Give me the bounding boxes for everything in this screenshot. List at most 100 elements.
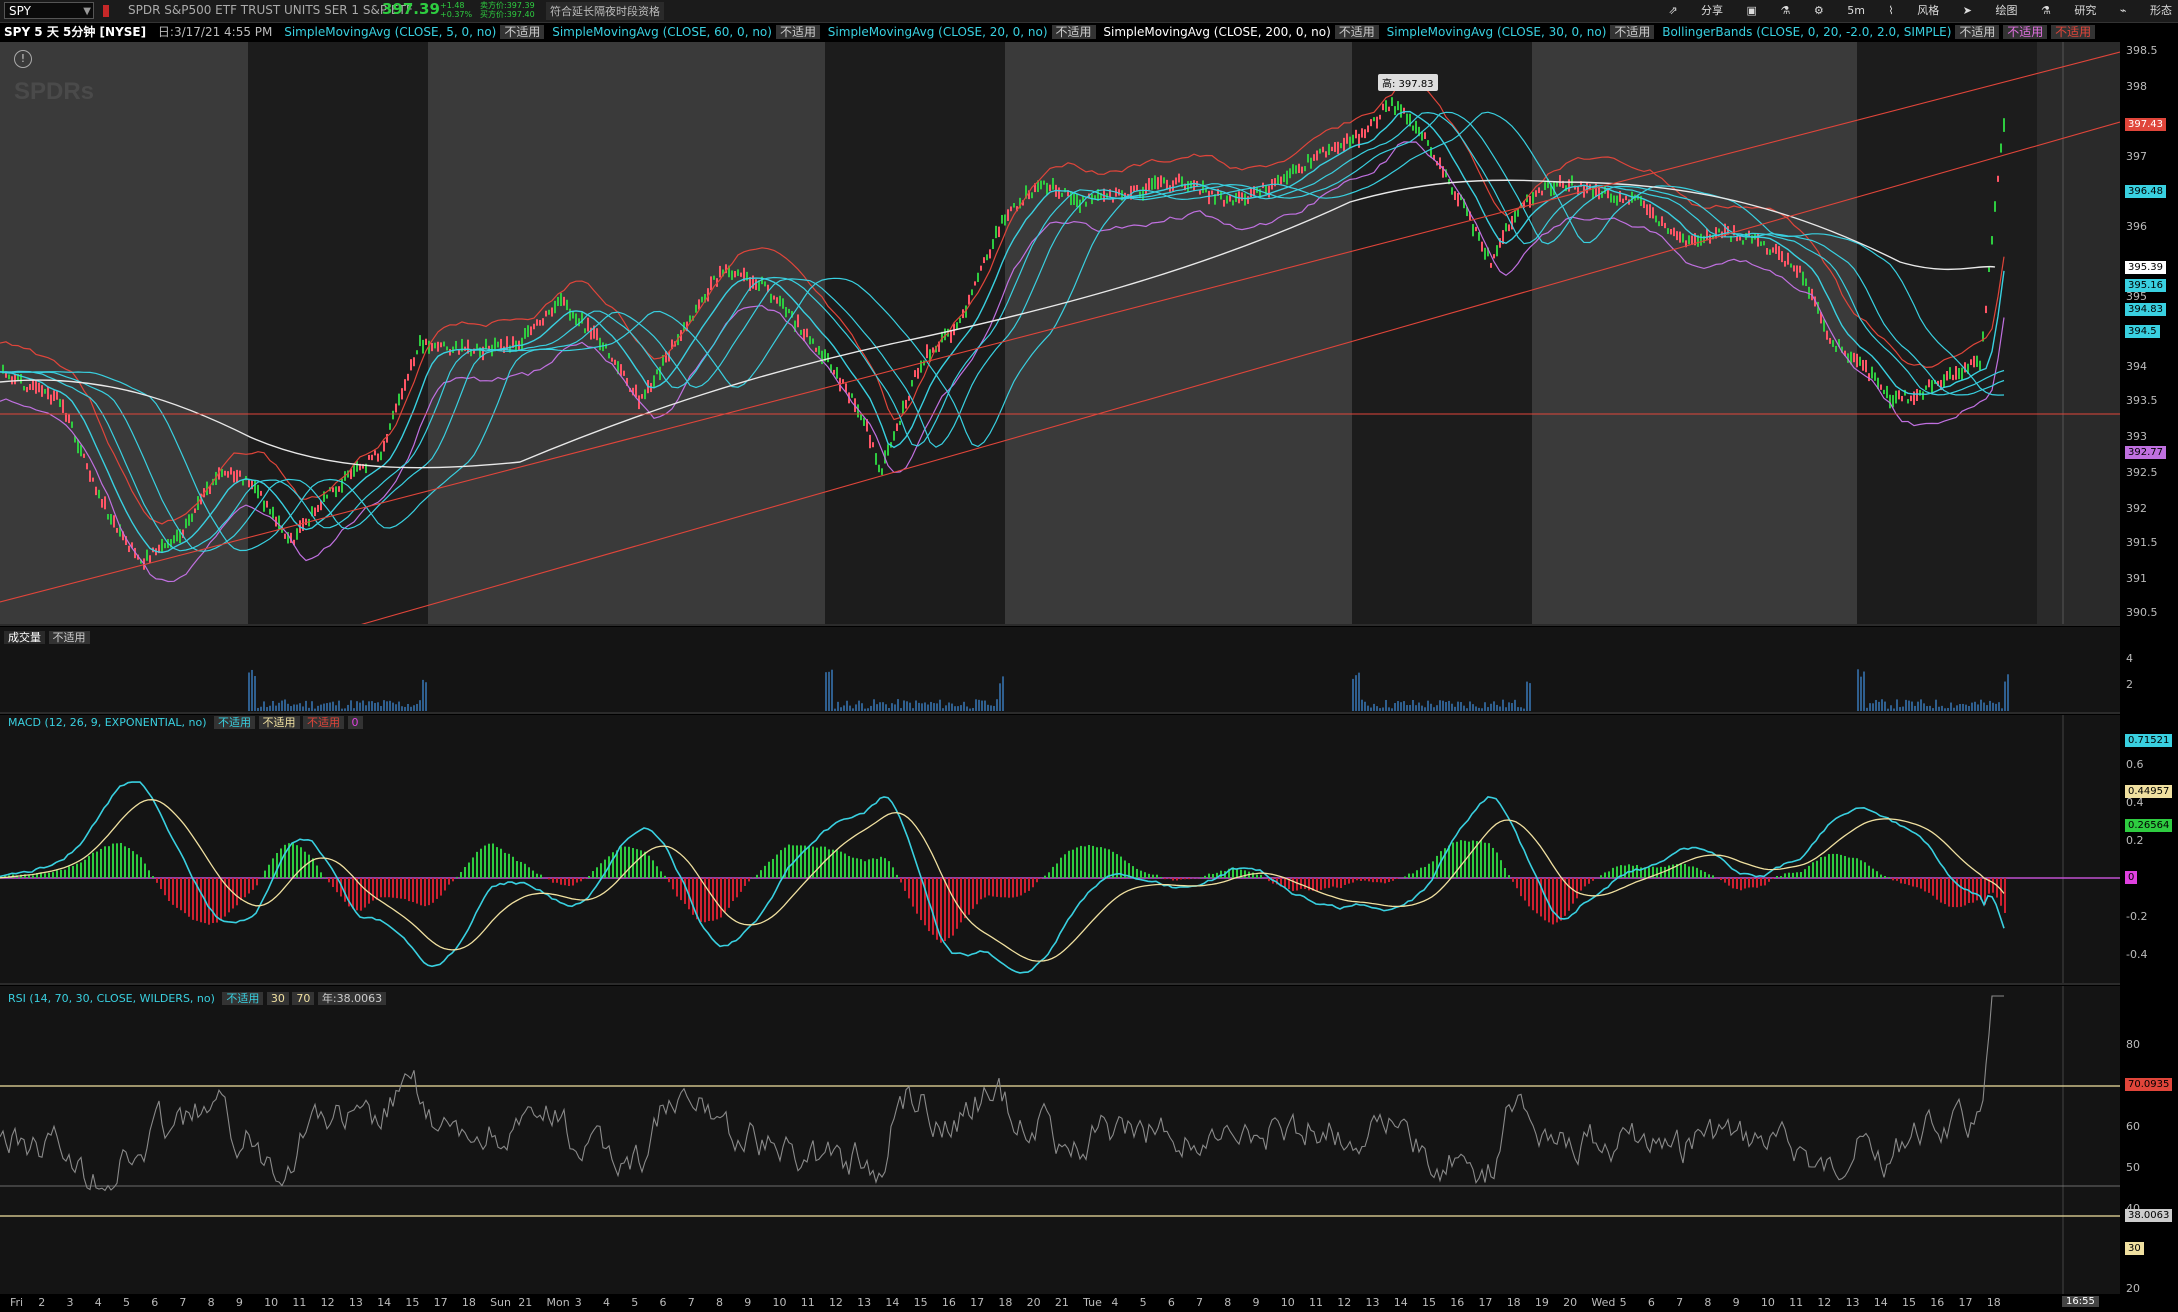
candle [1439,157,1441,170]
volume-bar [978,699,980,711]
volume-bar [831,669,833,711]
study-sma20[interactable]: SimpleMovingAvg (CLOSE, 20, 0, no) [824,25,1052,39]
macd-hist-bar [452,878,454,882]
flag-icon[interactable] [103,5,109,17]
candle [1931,380,1933,394]
candle [1391,97,1393,107]
candle [992,239,994,250]
study-tag: 不适用 [500,25,545,39]
time-axis-label: 14 [885,1296,900,1309]
volume-bar [1382,707,1384,711]
candle [1343,137,1345,152]
flask-icon[interactable]: ⚗ [1780,4,1790,17]
candle [1853,352,1855,363]
candle [1328,143,1330,155]
macd-hist-bar [1664,866,1666,878]
macd-hist-bar [1600,875,1602,878]
candle [380,451,382,461]
candle [917,367,919,379]
macd-hist-bar [1756,878,1758,888]
study-bollinger[interactable]: BollingerBands (CLOSE, 0, 20, -2.0, 2.0,… [1658,25,1955,39]
macd-hist-bar [1900,878,1902,884]
study-sma30[interactable]: SimpleMovingAvg (CLOSE, 30, 0, no) [1383,25,1611,39]
candle [80,444,82,457]
candle [815,347,817,352]
candle [1424,132,1426,139]
time-axis[interactable]: Fri 2 3 4 5 6 7 8 9 10 11 12 13 14 15 17 18 Sun 21 Mon 3 4 5 6 7… [0,1294,2120,1312]
macd-pane[interactable] [0,715,2120,983]
candle [194,508,196,513]
pane-divider[interactable] [0,624,2120,626]
macd-hist-bar [904,878,906,891]
volume-bar [1463,705,1465,711]
candle [899,420,901,425]
volume-bar [1514,699,1516,711]
volume-pane[interactable] [0,627,2120,712]
rsi-pane[interactable] [0,986,2120,1294]
candle [1829,337,1831,344]
candle [812,338,814,344]
time-axis-label: Wed [1591,1296,1616,1309]
macd-hist-bar [104,846,106,878]
macd-hist-bar [1032,878,1034,888]
study-tag: 不适用 [1334,25,1379,39]
candle [272,506,274,519]
macd-hist-bar [1588,878,1590,884]
candle [1763,241,1765,246]
candle [434,342,436,349]
candle [1400,104,1402,118]
studies-button[interactable]: ⚗ 研究 [2041,4,2096,17]
candle [818,345,820,355]
candle [149,555,151,563]
candle [1229,195,1231,202]
volume-bar [383,700,385,711]
volume-bar [2001,708,2003,711]
candle [485,338,487,350]
symbol-selector[interactable]: SPY ▼ [4,2,94,19]
volume-bar [1917,701,1919,711]
volume-bar [1977,704,1979,711]
patterns-button[interactable]: ⌁ 形态 [2120,4,2172,17]
macd-hist-bar [1404,876,1406,878]
pane-divider[interactable] [0,983,2120,985]
macd-hist-bar [440,878,442,896]
macd-hist-bar [908,878,910,899]
time-axis-label: 21 [518,1296,533,1309]
chevron-down-icon[interactable]: ▼ [83,3,91,20]
candle [1997,175,1999,182]
timeframe-button[interactable]: 5m [1847,4,1865,17]
price-pane[interactable] [0,42,2120,624]
candle [1250,188,1252,198]
macd-hist-bar [1100,847,1102,878]
gear-icon[interactable]: ⚙ [1814,4,1824,17]
candle [401,388,403,400]
pane-divider[interactable] [0,712,2120,714]
study-sma200[interactable]: SimpleMovingAvg (CLOSE, 200, 0, no) [1099,25,1334,39]
candle [1643,200,1645,209]
study-sma60[interactable]: SimpleMovingAvg (CLOSE, 60, 0, no) [548,25,776,39]
volume-bar [1412,700,1414,711]
candle [914,370,916,378]
candle [1406,113,1408,125]
info-icon[interactable]: ! [14,50,32,68]
style-button[interactable]: ⌇ 风格 [1888,4,1939,17]
time-axis-label: 20 [1026,1296,1041,1309]
volume-bar [1884,701,1886,711]
volume-bar [837,701,839,711]
volume-bar [843,705,845,711]
macd-hist-bar [988,878,990,896]
macd-tag: 0 [347,716,363,729]
drawing-button[interactable]: ➤ 绘图 [1963,4,2018,17]
share-button[interactable]: ⇗ 分享 [1668,4,1723,17]
price-change: +1.48 +0.37% [440,1,472,19]
volume-bar [263,701,265,711]
candle [1361,128,1363,138]
save-icon[interactable]: ▣ [1747,4,1757,17]
candle [623,370,625,376]
candle [977,272,979,282]
price-badge-lowerband: 392.77 [2125,446,2166,459]
candle [392,410,394,420]
macd-hist-bar [1084,846,1086,878]
macd-hist-bar [916,878,918,914]
study-sma5[interactable]: SimpleMovingAvg (CLOSE, 5, 0, no) [280,25,500,39]
